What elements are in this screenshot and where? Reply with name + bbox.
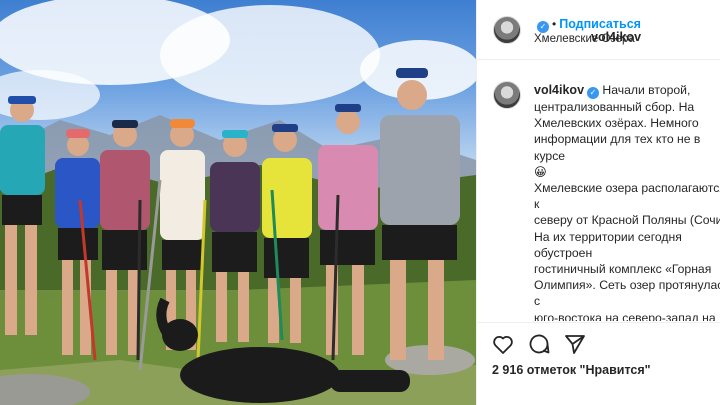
header-line: vol4ikov ✓ • Подписаться xyxy=(534,15,641,44)
verified-badge-icon: ✓ xyxy=(537,21,549,33)
caption-text: Начали второй, централизованный сбор. На… xyxy=(534,83,720,321)
post-header: vol4ikov ✓ • Подписаться Хмелевские Озера xyxy=(477,0,720,60)
post-sidebar: vol4ikov ✓ • Подписаться Хмелевские Озера v… xyxy=(476,0,720,405)
caption-block: vol4ikov ✓ Начали второй, централизованны… xyxy=(477,61,720,321)
likes-count[interactable]: 2 916 отметок "Нравится" xyxy=(492,363,651,377)
caption-verified-badge-icon: ✓ xyxy=(587,87,600,99)
avatar[interactable] xyxy=(493,16,521,44)
caption-text-block: vol4ikov ✓ Начали второй, централизованны… xyxy=(534,82,720,321)
photo-illustration xyxy=(0,0,476,405)
heart-icon[interactable] xyxy=(491,332,515,356)
share-icon[interactable] xyxy=(563,332,587,356)
caption-avatar[interactable] xyxy=(493,81,521,109)
caption-username-link[interactable]: vol4ikov xyxy=(534,83,584,97)
location-link[interactable]: Хмелевские Озера xyxy=(534,33,635,45)
action-bar: 2 916 отметок "Нравится" xyxy=(477,322,720,405)
separator-dot: • xyxy=(552,17,557,31)
follow-button[interactable]: Подписаться xyxy=(559,17,641,31)
post-photo[interactable] xyxy=(0,0,476,405)
comment-icon[interactable] xyxy=(527,332,551,356)
